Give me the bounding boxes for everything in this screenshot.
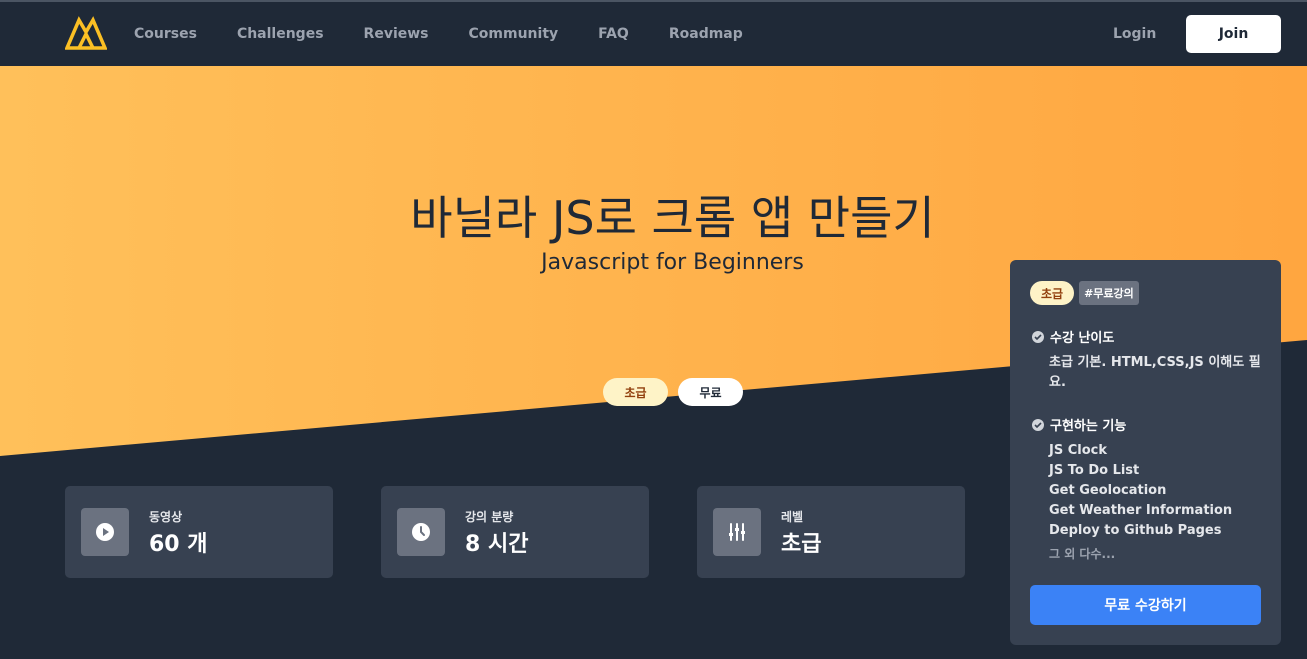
stat-card-level: 레벨 초급 (697, 486, 965, 578)
stat-card-videos: 동영상 60 개 (65, 486, 333, 578)
stat-value: 8 시간 (465, 532, 529, 557)
hashtag-tag[interactable]: #무료강의 (1079, 281, 1139, 305)
difficulty-heading: 수강 난이도 (1032, 327, 1114, 346)
nav-links: Courses Challenges Reviews Community FAQ… (134, 2, 783, 66)
nav-challenges[interactable]: Challenges (237, 26, 324, 42)
nav-reviews[interactable]: Reviews (364, 26, 429, 42)
stat-card-duration: 강의 분량 8 시간 (381, 486, 649, 578)
top-nav: Courses Challenges Reviews Community FAQ… (0, 2, 1307, 66)
more-features: 그 외 다수... (1049, 547, 1116, 561)
join-button[interactable]: Join (1186, 15, 1281, 53)
features-heading: 구현하는 기능 (1032, 415, 1126, 434)
play-icon (81, 508, 129, 556)
feature-item: Get Geolocation (1049, 483, 1167, 498)
feature-item: Get Weather Information (1049, 503, 1233, 518)
clock-icon (397, 508, 445, 556)
check-circle-icon (1032, 330, 1044, 343)
stat-value: 초급 (781, 532, 822, 557)
hero-badges: 초급 무료 (603, 378, 743, 406)
stat-value: 60 개 (149, 532, 208, 557)
feature-item: JS To Do List (1049, 463, 1140, 478)
difficulty-title: 수강 난이도 (1050, 331, 1115, 346)
feature-item: JS Clock (1049, 443, 1108, 458)
enroll-free-button[interactable]: 무료 수강하기 (1030, 585, 1261, 625)
stat-label: 레벨 (781, 510, 804, 524)
nav-roadmap[interactable]: Roadmap (669, 26, 743, 42)
level-tag: 초급 (1030, 281, 1075, 305)
sliders-icon (713, 508, 761, 556)
side-tags: 초급 #무료강의 (1030, 281, 1139, 305)
course-title: 바닐라 JS로 크롬 앱 만들기 (410, 191, 935, 245)
nomad-logo-icon[interactable] (65, 16, 107, 50)
level-badge: 초급 (603, 378, 668, 406)
difficulty-text: 초급 기본. HTML,CSS,JS 이해도 필요. (1049, 355, 1261, 390)
login-link[interactable]: Login (1113, 26, 1156, 42)
features-title: 구현하는 기능 (1050, 419, 1127, 434)
feature-item: Deploy to Github Pages (1049, 523, 1222, 538)
nav-courses[interactable]: Courses (134, 26, 197, 42)
check-circle-icon (1032, 418, 1044, 431)
price-badge: 무료 (678, 378, 743, 406)
course-side-card: 초급 #무료강의 수강 난이도 초급 기본. HTML,CSS,JS 이해도 필… (1010, 260, 1281, 645)
features-list: JS Clock JS To Do List Get Geolocation G… (1049, 441, 1232, 541)
stat-label: 동영상 (149, 510, 183, 524)
nav-faq[interactable]: FAQ (598, 26, 629, 42)
stat-label: 강의 분량 (465, 510, 514, 524)
nav-community[interactable]: Community (469, 26, 559, 42)
